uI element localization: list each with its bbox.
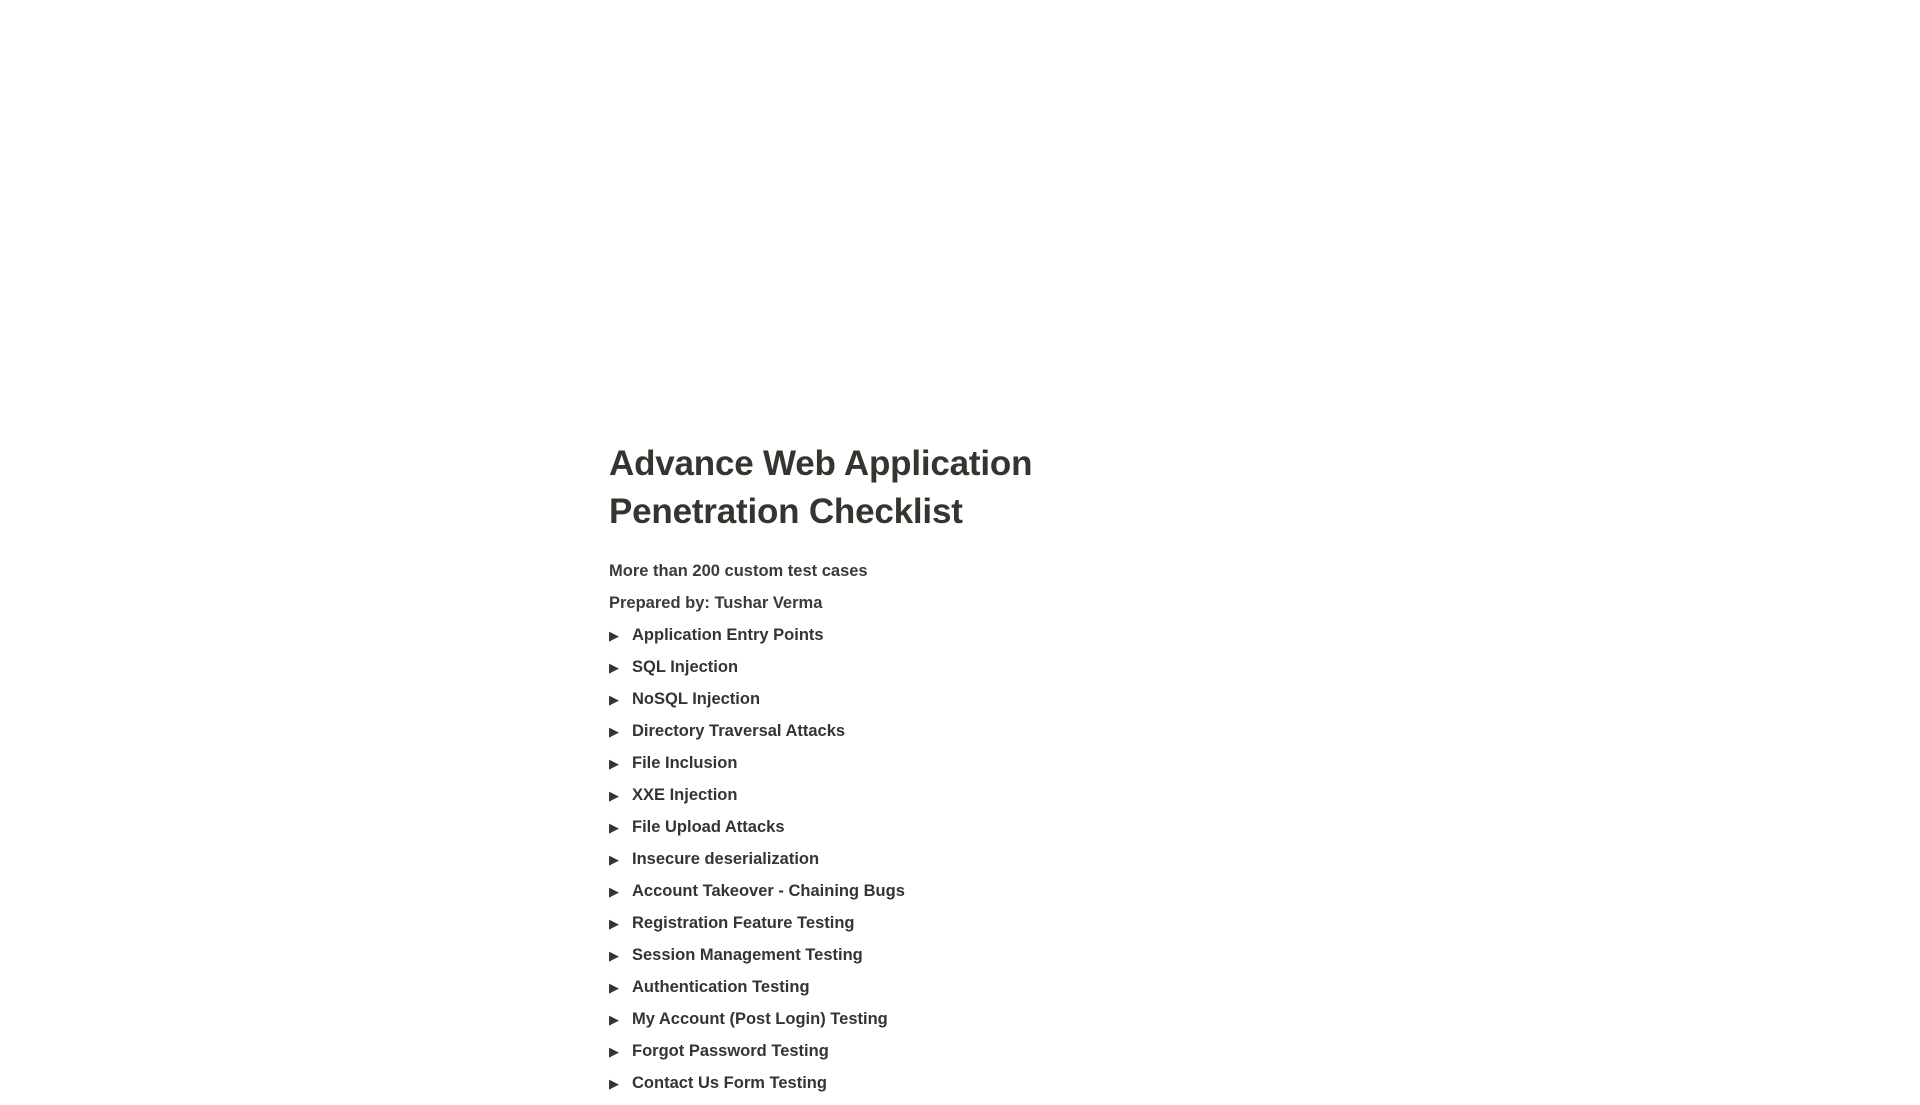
- collapsed-triangle-icon[interactable]: ▶: [609, 629, 632, 642]
- page-title-line-2: Penetration Checklist: [609, 492, 963, 531]
- subtitle-author: Prepared by: Tushar Verma: [609, 594, 823, 612]
- toc-item-label: Directory Traversal Attacks: [632, 722, 846, 740]
- toc-item-label: XXE Injection: [632, 786, 738, 804]
- toc-item-label: Account Takeover - Chaining Bugs: [632, 882, 905, 900]
- toc-item[interactable]: ▶ Application Entry Points: [609, 625, 1109, 657]
- document-body: Advance Web Application Penetration Chec…: [609, 440, 1109, 1105]
- toc-item[interactable]: ▶ SQL Injection: [609, 657, 1109, 689]
- toc-item[interactable]: ▶ XXE Injection: [609, 785, 1109, 817]
- page-title: Advance Web Application Penetration Chec…: [609, 440, 1109, 536]
- toc-item[interactable]: ▶ Account Takeover - Chaining Bugs: [609, 881, 1109, 913]
- toc-item-label: Registration Feature Testing: [632, 914, 855, 932]
- collapsed-triangle-icon[interactable]: ▶: [609, 821, 632, 834]
- collapsed-triangle-icon[interactable]: ▶: [609, 661, 632, 674]
- collapsed-triangle-icon[interactable]: ▶: [609, 885, 632, 898]
- toc-item-label: Authentication Testing: [632, 978, 810, 996]
- collapsed-triangle-icon[interactable]: ▶: [609, 1013, 632, 1026]
- collapsed-triangle-icon[interactable]: ▶: [609, 853, 632, 866]
- toc-item-label: My Account (Post Login) Testing: [632, 1010, 888, 1028]
- toc-item-label: File Upload Attacks: [632, 818, 785, 836]
- subtitle-test-case-count: More than 200 custom test cases: [609, 562, 868, 580]
- toc-item-label: Application Entry Points: [632, 626, 824, 644]
- collapsed-triangle-icon[interactable]: ▶: [609, 1077, 632, 1090]
- toc-item-label: NoSQL Injection: [632, 690, 761, 708]
- collapsed-triangle-icon[interactable]: ▶: [609, 789, 632, 802]
- page-title-line-1: Advance Web Application: [609, 444, 1033, 483]
- collapsed-triangle-icon[interactable]: ▶: [609, 949, 632, 962]
- toc-item-label: Session Management Testing: [632, 946, 863, 964]
- toc-item[interactable]: ▶ Contact Us Form Testing: [609, 1073, 1109, 1105]
- collapsed-triangle-icon[interactable]: ▶: [609, 725, 632, 738]
- toc-item-label: Contact Us Form Testing: [632, 1074, 827, 1092]
- toc-item[interactable]: ▶ My Account (Post Login) Testing: [609, 1009, 1109, 1041]
- toc-item[interactable]: ▶ Registration Feature Testing: [609, 913, 1109, 945]
- toc-item[interactable]: ▶ Authentication Testing: [609, 977, 1109, 1009]
- toc-item[interactable]: ▶ File Upload Attacks: [609, 817, 1109, 849]
- toc-item[interactable]: ▶ Insecure deserialization: [609, 849, 1109, 881]
- table-of-contents: ▶ Application Entry Points ▶ SQL Injection ▶…: [609, 625, 1109, 1105]
- toc-item[interactable]: ▶ Directory Traversal Attacks: [609, 721, 1109, 753]
- toc-item-label: Forgot Password Testing: [632, 1042, 829, 1060]
- toc-item[interactable]: ▶ Forgot Password Testing: [609, 1041, 1109, 1073]
- toc-item-label: Insecure deserialization: [632, 850, 820, 868]
- toc-item[interactable]: ▶ File Inclusion: [609, 753, 1109, 785]
- collapsed-triangle-icon[interactable]: ▶: [609, 981, 632, 994]
- collapsed-triangle-icon[interactable]: ▶: [609, 917, 632, 930]
- collapsed-triangle-icon[interactable]: ▶: [609, 1045, 632, 1058]
- toc-item-label: File Inclusion: [632, 754, 738, 772]
- toc-item-label: SQL Injection: [632, 658, 739, 676]
- collapsed-triangle-icon[interactable]: ▶: [609, 693, 632, 706]
- collapsed-triangle-icon[interactable]: ▶: [609, 757, 632, 770]
- toc-item[interactable]: ▶ Session Management Testing: [609, 945, 1109, 977]
- toc-item[interactable]: ▶ NoSQL Injection: [609, 689, 1109, 721]
